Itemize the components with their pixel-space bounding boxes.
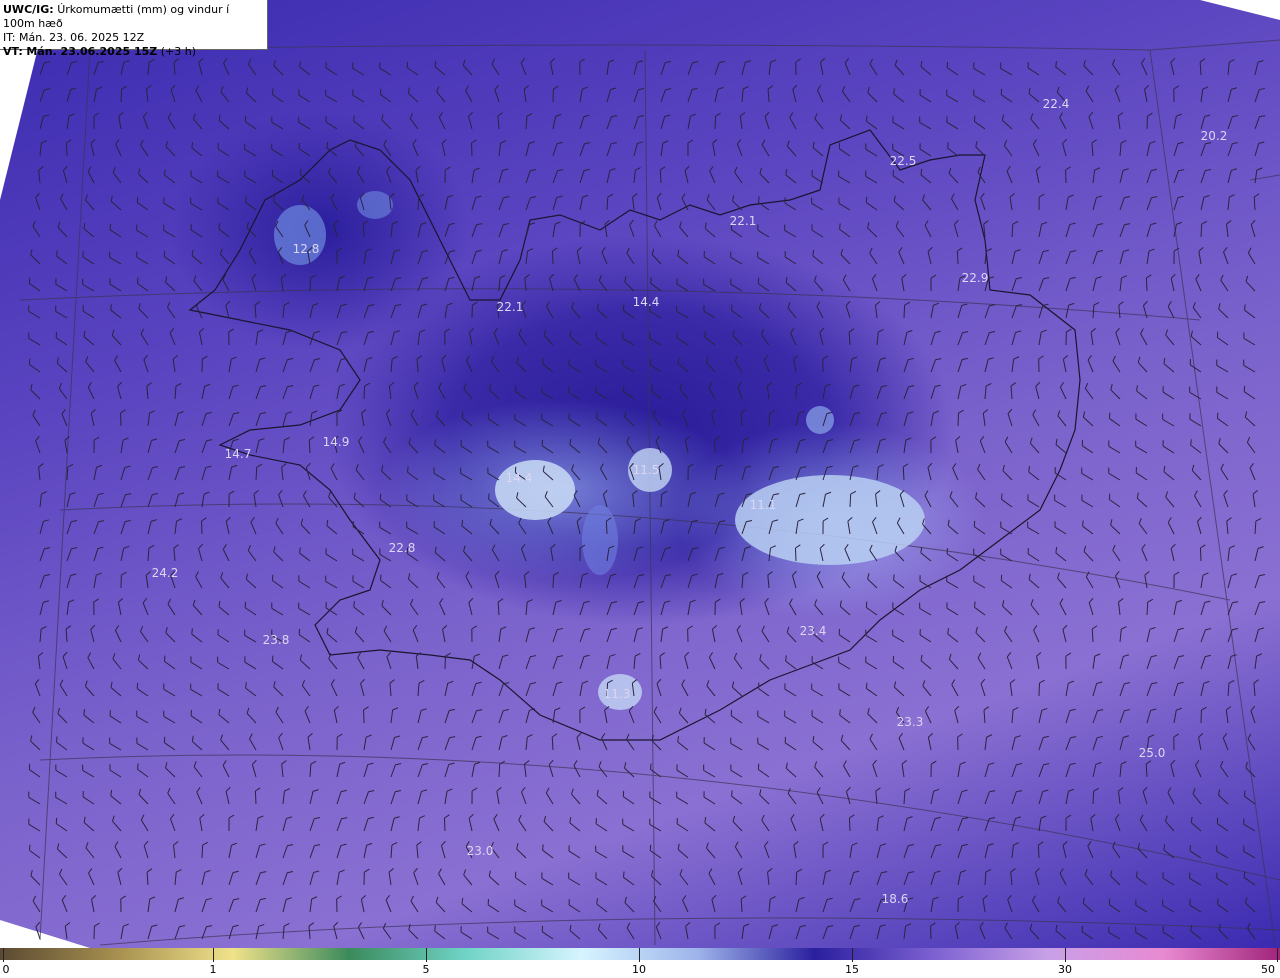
map-value-20: 25.0: [1138, 746, 1166, 760]
colorbar-tick-mark: [1277, 948, 1278, 962]
model-prefix: UWC/IG:: [3, 3, 54, 16]
map-value-19: 23.3: [896, 715, 924, 729]
colorbar-tick-label: 10: [632, 963, 646, 976]
colorbar-gradient: [0, 948, 1280, 960]
map-value-21: 23.0: [466, 844, 494, 858]
map-value-10: 14.9: [322, 435, 350, 449]
map-value-2: 20.2: [1200, 129, 1228, 143]
colorbar-tick-label: 0: [2, 963, 10, 976]
map-value-11: 14.4: [505, 471, 533, 485]
map-title-box: UWC/IG: Úrkomumætti (mm) og vindur í 100…: [0, 0, 268, 58]
wind-barbs: [28, 57, 1266, 940]
precipitation-map: UWC/IG: Úrkomumætti (mm) og vindur í 100…: [0, 0, 1280, 948]
colorbar-tick-mark: [213, 948, 214, 962]
domain-edge-topright: [1200, 0, 1280, 20]
domain-edge-bottomleft: [0, 920, 90, 948]
map-value-6: 22.9: [961, 271, 989, 285]
colorbar-tick-mark: [639, 948, 640, 962]
map-value-17: 23.4: [799, 624, 827, 638]
map-value-7: 22.1: [496, 300, 524, 314]
map-value-13: 11.1: [749, 498, 777, 512]
valid-offset: (+3 h): [160, 45, 197, 58]
map-value-5: 12.8: [292, 242, 320, 256]
colorbar-tick-mark: [852, 948, 853, 962]
precip-highlights: [274, 191, 925, 710]
map-value-12: 11.5: [632, 463, 660, 477]
map-value-18: 11.3: [603, 687, 631, 701]
colorbar: 0 1 5 10 15 30 50: [0, 948, 1280, 978]
map-value-1: 22.4: [1042, 97, 1070, 111]
colorbar-tick-mark: [1065, 948, 1066, 962]
map-value-9: 14.7: [224, 447, 252, 461]
colorbar-tick-label: 15: [845, 963, 859, 976]
map-value-22: 18.6: [881, 892, 909, 906]
map-value-4: 22.1: [729, 214, 757, 228]
init-time: IT: Mán. 23. 06. 2025 12Z: [3, 31, 145, 44]
colorbar-tick-label: 50: [1261, 963, 1275, 976]
colorbar-tick-mark: [426, 948, 427, 962]
map-value-3: 22.5: [889, 154, 917, 168]
map-value-16: 23.8: [262, 633, 290, 647]
map-value-8: 14.4: [632, 295, 660, 309]
valid-time: Mán. 23.06.2025 15Z: [26, 45, 158, 58]
map-value-14: 22.8: [388, 541, 416, 555]
colorbar-tick-label: 30: [1058, 963, 1072, 976]
map-value-15: 24.2: [151, 566, 179, 580]
valid-prefix: VT:: [3, 45, 23, 58]
colorbar-tick-label: 1: [209, 963, 217, 976]
colorbar-tick-mark: [3, 948, 4, 962]
colorbar-tick-label: 5: [422, 963, 430, 976]
